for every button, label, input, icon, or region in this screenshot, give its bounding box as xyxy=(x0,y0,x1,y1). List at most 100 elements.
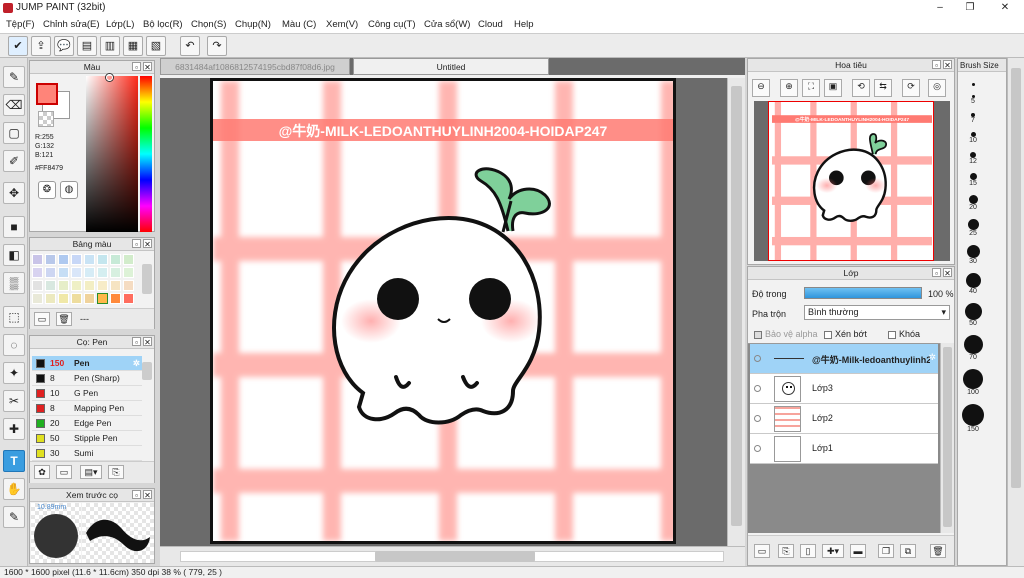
palette-swatch[interactable] xyxy=(58,280,69,291)
layer-visibility-icon[interactable] xyxy=(754,445,761,452)
menu-capture[interactable]: Chụp(N) xyxy=(235,19,271,30)
brush-list-scrollbar[interactable] xyxy=(142,362,152,380)
palette-swatch[interactable] xyxy=(123,293,134,304)
upload-icon[interactable]: ⇪ xyxy=(31,36,51,56)
select-eraser-tool-icon[interactable]: ✚ xyxy=(3,418,25,440)
panel-float-icon[interactable]: ▫ xyxy=(932,268,941,278)
layer-row[interactable]: Lớp1 xyxy=(750,434,938,464)
canvas-vscroll-thumb[interactable] xyxy=(731,86,742,526)
palette-swatch[interactable] xyxy=(71,254,82,265)
flip-icon[interactable]: ⇆ xyxy=(874,79,892,97)
palette-swatch[interactable] xyxy=(84,267,95,278)
brush-size-item[interactable]: 10 xyxy=(960,132,986,144)
menu-view[interactable]: Xem(V) xyxy=(326,19,358,30)
layer-visibility-icon[interactable] xyxy=(754,385,761,392)
fill-rect-tool-icon[interactable]: ■ xyxy=(3,216,25,238)
palette-swatch[interactable] xyxy=(123,280,134,291)
trash-icon[interactable]: 🗑 xyxy=(56,312,72,326)
transparent-swatch[interactable] xyxy=(38,111,54,127)
lock-checkbox[interactable]: Khóa xyxy=(888,329,920,339)
marquee-tool-icon[interactable]: ⬚ xyxy=(3,306,25,328)
right-scroll-thumb[interactable] xyxy=(1011,68,1021,488)
gear-icon[interactable]: ✲ xyxy=(928,352,936,363)
palette-swatch[interactable] xyxy=(97,267,108,278)
brush-size-item[interactable]: 50 xyxy=(960,303,986,327)
palette-swatch[interactable] xyxy=(58,254,69,265)
lasso-tool-icon[interactable]: ◌ xyxy=(3,334,25,356)
panel-close-icon[interactable]: ✕ xyxy=(943,268,952,278)
panel-close-icon[interactable]: ✕ xyxy=(943,60,952,70)
panel-float-icon[interactable]: ▫ xyxy=(132,337,141,347)
palette-add-icon[interactable]: ❂ xyxy=(38,181,56,199)
fit-icon[interactable]: ⛶ xyxy=(802,79,820,97)
check-icon[interactable]: ✔ xyxy=(8,36,28,56)
menu-select[interactable]: Chọn(S) xyxy=(191,19,226,30)
brush-size-item[interactable]: 20 xyxy=(960,195,986,211)
tab-untitled[interactable]: Untitled xyxy=(353,58,549,75)
palette-color-icon[interactable]: ◍ xyxy=(60,181,78,199)
palette-swatch[interactable] xyxy=(123,254,134,265)
panel-float-icon[interactable]: ▫ xyxy=(132,239,141,249)
saturation-value-box[interactable] xyxy=(86,76,138,232)
grid-icon[interactable]: ▦ xyxy=(123,36,143,56)
palette-swatch[interactable] xyxy=(32,280,43,291)
palette-swatch[interactable] xyxy=(84,254,95,265)
layer-scroll-thumb[interactable] xyxy=(943,347,952,527)
palette-swatch[interactable] xyxy=(110,267,121,278)
gear-icon[interactable]: ✲ xyxy=(133,356,140,371)
palette-swatch[interactable] xyxy=(84,293,95,304)
page-icon[interactable]: ▥ xyxy=(100,36,120,56)
palette-swatch[interactable] xyxy=(32,293,43,304)
brush-size-item[interactable]: 15 xyxy=(960,173,986,187)
panel-close-icon[interactable]: ✕ xyxy=(143,490,152,500)
blend-mode-select[interactable]: Bình thường ▾ xyxy=(804,305,950,320)
menu-edit[interactable]: Chỉnh sửa(E) xyxy=(43,19,100,30)
palette-swatch[interactable] xyxy=(97,293,108,304)
brush-size-item[interactable]: 5 xyxy=(960,95,986,105)
operation-tool-icon[interactable]: ✋ xyxy=(3,478,25,500)
merge-layer-icon[interactable]: ⧉ xyxy=(900,544,916,558)
brush-size-item[interactable]: 150 xyxy=(960,404,986,433)
menu-color[interactable]: Màu (C) xyxy=(282,19,316,30)
palette-swatch[interactable] xyxy=(71,280,82,291)
tab-image-file[interactable]: 6831484af1086812574195cbd87f08d6.jpg xyxy=(160,58,350,75)
menu-window[interactable]: Cửa sổ(W) xyxy=(424,19,470,30)
maximize-button[interactable]: ❐ xyxy=(955,0,985,16)
brush-item[interactable]: 150 Pen ✲ xyxy=(32,356,142,371)
palette-swatch[interactable] xyxy=(32,254,43,265)
palette-swatch[interactable] xyxy=(45,254,56,265)
layer-row[interactable]: Lớp2 xyxy=(750,404,938,434)
undo-icon[interactable]: ↶ xyxy=(180,36,200,56)
line-tool-icon[interactable]: ✐ xyxy=(3,150,25,172)
select-rect-tool-icon[interactable]: ▢ xyxy=(3,122,25,144)
hue-slider[interactable] xyxy=(140,76,152,232)
menu-help[interactable]: Help xyxy=(514,19,534,30)
menu-file[interactable]: Tệp(F) xyxy=(6,19,35,30)
brush-size-item[interactable]: 25 xyxy=(960,219,986,237)
palette-swatch[interactable] xyxy=(110,280,121,291)
palette-swatch[interactable] xyxy=(97,280,108,291)
brush-item[interactable]: 50 Stipple Pen xyxy=(32,431,142,446)
rotate-left-icon[interactable]: ⟲ xyxy=(852,79,870,97)
brush-size-item[interactable]: 12 xyxy=(960,152,986,165)
layer-visibility-icon[interactable] xyxy=(754,355,761,362)
redo-icon[interactable]: ↷ xyxy=(207,36,227,56)
brush-item[interactable]: 8 Pen (Sharp) xyxy=(32,371,142,386)
canvas-vertical-scrollbar[interactable] xyxy=(727,78,745,546)
palette-scrollbar[interactable] xyxy=(142,264,152,294)
brush-size-item[interactable]: 30 xyxy=(960,245,986,265)
canvas-hscroll-thumb[interactable] xyxy=(375,551,535,562)
add-layer-menu-icon[interactable]: ✚▾ xyxy=(822,544,844,558)
brush-menu-icon[interactable]: ▤▾ xyxy=(80,465,102,479)
panel-float-icon[interactable]: ▫ xyxy=(132,62,141,72)
palette-swatch[interactable] xyxy=(71,267,82,278)
rotate-right-icon[interactable]: ⟳ xyxy=(902,79,920,97)
color-picker-cursor[interactable] xyxy=(106,74,113,81)
brush-item[interactable]: 20 Edge Pen xyxy=(32,416,142,431)
text-tool-icon[interactable]: T xyxy=(3,450,25,472)
close-button[interactable]: ✕ xyxy=(990,0,1020,16)
palette-grid[interactable] xyxy=(32,254,138,306)
menu-cloud[interactable]: Cloud xyxy=(478,19,503,30)
right-scrollbar[interactable] xyxy=(1007,58,1024,566)
minimize-button[interactable]: – xyxy=(925,0,955,16)
